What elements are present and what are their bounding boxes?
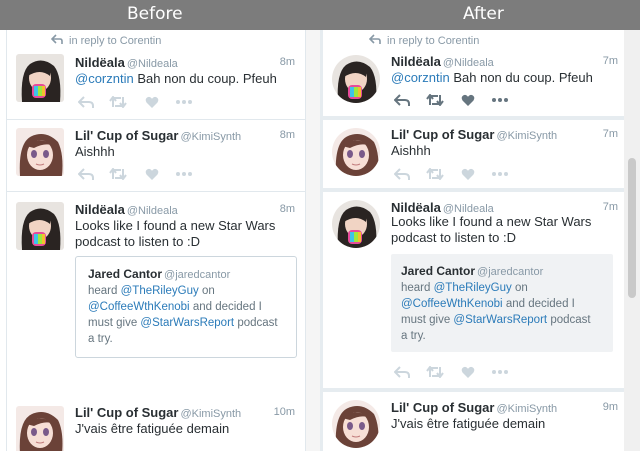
- avatar[interactable]: [332, 400, 380, 448]
- quoted-author[interactable]: Jared Cantor @jaredcantor: [88, 267, 230, 281]
- tweet-actions: [77, 94, 197, 110]
- more-icon[interactable]: [491, 364, 509, 380]
- like-icon[interactable]: [459, 364, 477, 380]
- display-name[interactable]: Nildëala @Nildeala: [75, 202, 178, 217]
- more-icon[interactable]: [175, 94, 193, 110]
- tweet-text: Aishhh: [75, 144, 115, 159]
- display-name[interactable]: Lil' Cup of Sugar @KimiSynth: [75, 405, 241, 420]
- reply-icon[interactable]: [393, 364, 411, 380]
- tweet[interactable]: Lil' Cup of Sugar @KimiSynth 10m J'vais ê…: [7, 396, 305, 451]
- display-name[interactable]: Nildëala @Nildeala: [391, 200, 494, 215]
- tweet-text: Looks like I found a new Star Wars podcas…: [391, 214, 592, 245]
- quoted-text: heard @TheRileyGuy on @CoffeeWthKenobi an…: [401, 282, 591, 342]
- before-panel: in reply to Corentin Nildëala @Nildeala 8…: [0, 30, 320, 451]
- timeline-column: in reply to Corentin Nildëala @Nildeala 8…: [6, 30, 306, 451]
- like-icon[interactable]: [459, 166, 477, 182]
- tweet-actions: [393, 92, 513, 108]
- tweet-actions: [77, 166, 197, 182]
- quoted-author[interactable]: Jared Cantor @jaredcantor: [401, 264, 543, 278]
- timestamp[interactable]: 7m: [603, 201, 618, 213]
- reply-icon[interactable]: [77, 94, 95, 110]
- tweet-text: Aishhh: [391, 143, 431, 158]
- quoted-text: heard @TheRileyGuy on @CoffeeWthKenobi an…: [88, 285, 278, 345]
- after-panel: in reply to Corentin Nildëala @Nildeala 7…: [320, 30, 640, 451]
- timestamp[interactable]: 8m: [280, 203, 295, 215]
- after-label: After: [463, 4, 504, 24]
- before-label: Before: [127, 4, 183, 24]
- like-icon[interactable]: [143, 166, 161, 182]
- scrollbar-thumb[interactable]: [628, 158, 636, 298]
- more-icon[interactable]: [491, 92, 509, 108]
- retweet-icon[interactable]: [426, 92, 444, 108]
- tweet-actions: [393, 166, 513, 182]
- retweet-icon[interactable]: [426, 166, 444, 182]
- timestamp[interactable]: 8m: [280, 56, 295, 68]
- tweet[interactable]: in reply to Corentin Nildëala @Nildeala 7…: [323, 30, 624, 116]
- timestamp[interactable]: 7m: [603, 55, 618, 67]
- avatar[interactable]: [16, 54, 64, 102]
- avatar[interactable]: [332, 128, 380, 176]
- tweet[interactable]: in reply to Corentin Nildëala @Nildeala 8…: [7, 30, 305, 120]
- reply-icon[interactable]: [77, 166, 95, 182]
- tweet[interactable]: Nildëala @Nildeala 8m Looks like I found …: [7, 192, 305, 426]
- display-name[interactable]: Lil' Cup of Sugar @KimiSynth: [391, 400, 557, 415]
- avatar[interactable]: [332, 55, 380, 103]
- retweet-icon[interactable]: [109, 94, 127, 110]
- tweet-text: Looks like I found a new Star Wars podcas…: [75, 218, 276, 249]
- display-name[interactable]: Lil' Cup of Sugar @KimiSynth: [391, 127, 557, 142]
- tweet[interactable]: Lil' Cup of Sugar @KimiSynth 7m Aishhh: [323, 120, 624, 188]
- timestamp[interactable]: 10m: [274, 406, 295, 418]
- mention-link[interactable]: @corzntin: [75, 71, 134, 86]
- like-icon[interactable]: [143, 94, 161, 110]
- timestamp[interactable]: 8m: [280, 129, 295, 141]
- tweet[interactable]: Lil' Cup of Sugar @KimiSynth 8m Aishhh: [7, 120, 305, 192]
- quoted-tweet[interactable]: Jared Cantor @jaredcantor heard @TheRiley…: [391, 254, 613, 352]
- timestamp[interactable]: 7m: [603, 128, 618, 140]
- reply-context[interactable]: in reply to Corentin: [368, 34, 479, 47]
- avatar[interactable]: [332, 200, 380, 248]
- comparison-header: Before After: [0, 0, 640, 30]
- avatar[interactable]: [16, 202, 64, 250]
- timeline-column: in reply to Corentin Nildëala @Nildeala 7…: [323, 30, 624, 451]
- more-icon[interactable]: [175, 166, 193, 182]
- reply-context[interactable]: in reply to Corentin: [50, 34, 161, 47]
- quoted-tweet[interactable]: Jared Cantor @jaredcantor heard @TheRiley…: [75, 256, 297, 358]
- scrollbar[interactable]: [306, 30, 320, 451]
- reply-arrow-icon: [368, 34, 381, 47]
- like-icon[interactable]: [459, 92, 477, 108]
- mention-link[interactable]: @corzntin: [391, 70, 450, 85]
- reply-icon[interactable]: [393, 92, 411, 108]
- tweet[interactable]: Lil' Cup of Sugar @KimiSynth 9m J'vais êt…: [323, 392, 624, 451]
- tweet-text: J'vais être fatiguée demain: [391, 416, 546, 431]
- reply-icon[interactable]: [393, 166, 411, 182]
- tweet-text: @corzntin Bah non du coup. Pfeuh: [75, 71, 277, 86]
- display-name[interactable]: Nildëala @Nildeala: [391, 54, 494, 69]
- avatar[interactable]: [16, 128, 64, 176]
- tweet-text: @corzntin Bah non du coup. Pfeuh: [391, 70, 593, 85]
- tweet-text: J'vais être fatiguée demain: [75, 421, 230, 436]
- timestamp[interactable]: 9m: [603, 401, 618, 413]
- display-name[interactable]: Nildëala @Nildeala: [75, 55, 178, 70]
- retweet-icon[interactable]: [426, 364, 444, 380]
- reply-arrow-icon: [50, 34, 63, 47]
- tweet-actions: [393, 364, 513, 380]
- display-name[interactable]: Lil' Cup of Sugar @KimiSynth: [75, 128, 241, 143]
- retweet-icon[interactable]: [109, 166, 127, 182]
- scrollbar[interactable]: [624, 30, 640, 451]
- avatar[interactable]: [16, 406, 64, 451]
- tweet[interactable]: Nildëala @Nildeala 7m Looks like I found …: [323, 192, 624, 388]
- more-icon[interactable]: [491, 166, 509, 182]
